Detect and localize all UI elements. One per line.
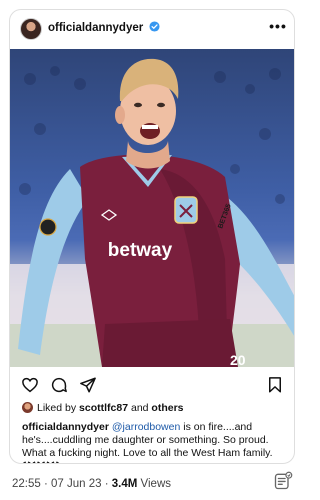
- caption-emoji: ⚒⚒⚒⚒: [22, 460, 60, 463]
- verified-badge-icon: [149, 21, 160, 32]
- post-username[interactable]: officialdannydyer: [48, 21, 160, 34]
- view-count: 3.4M: [111, 478, 138, 490]
- post-header: officialdannydyer •••: [10, 10, 294, 48]
- separator: ·: [40, 478, 52, 490]
- post-card: officialdannydyer ••• betway BET365 20 L…: [9, 9, 295, 464]
- liked-by-line[interactable]: Liked by scottlfc87 and others: [22, 402, 184, 414]
- liker-avatar: [22, 402, 33, 413]
- share-icon[interactable]: [79, 376, 97, 394]
- post-photo[interactable]: betway BET365 20: [10, 49, 294, 367]
- caption-username[interactable]: officialdannydyer: [22, 421, 109, 433]
- comment-icon[interactable]: [50, 376, 68, 394]
- separator: ·: [101, 478, 112, 490]
- heart-icon[interactable]: [21, 376, 39, 394]
- more-options-icon[interactable]: •••: [268, 16, 288, 36]
- post-time: 22:55: [12, 478, 41, 490]
- jersey-sponsor: betway: [108, 240, 173, 261]
- post-footer: 22:55 · 07 Jun 23 · 3.4M Views: [12, 478, 171, 490]
- post-caption: officialdannydyer @jarrodbowen is on fir…: [22, 421, 288, 463]
- views-label: Views: [137, 478, 172, 490]
- liker-username[interactable]: scottlfc87: [79, 402, 128, 414]
- username-text[interactable]: officialdannydyer: [48, 22, 143, 34]
- notes-icon[interactable]: [273, 471, 293, 491]
- liked-prefix: Liked by: [37, 402, 80, 414]
- liked-middle: and: [128, 402, 152, 414]
- post-date: 07 Jun 23: [51, 478, 102, 490]
- shirt-number: 20: [230, 352, 246, 367]
- avatar[interactable]: [20, 18, 42, 40]
- bookmark-icon[interactable]: [266, 376, 284, 394]
- liked-others[interactable]: others: [151, 402, 183, 414]
- action-bar: [10, 370, 294, 400]
- caption-mention[interactable]: @jarrodbowen: [112, 421, 180, 433]
